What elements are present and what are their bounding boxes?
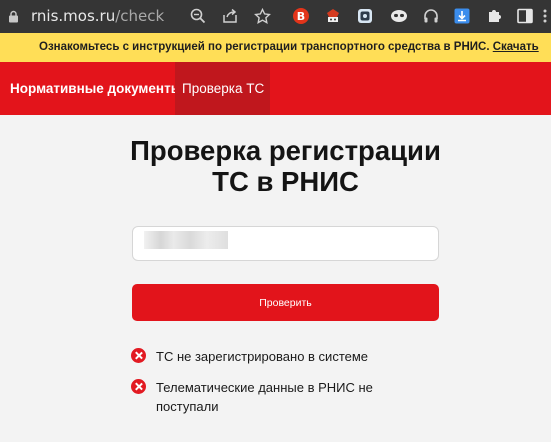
puzzle-icon[interactable]	[484, 6, 504, 26]
info-banner-message: Ознакомьтесь с инструкцией по регистраци…	[39, 41, 539, 53]
star-icon[interactable]	[252, 6, 272, 26]
extension-mask-icon[interactable]	[389, 6, 409, 26]
page-title-line1: Проверка регистрации	[130, 135, 441, 166]
address-bar[interactable]: rnis.mos.ru/check	[31, 7, 164, 25]
result-text: ТС не зарегистрировано в системе	[156, 349, 369, 364]
zoom-icon[interactable]	[188, 6, 208, 26]
nav-item-vehicle-check[interactable]: Проверка ТС	[175, 62, 270, 115]
check-button[interactable]: Проверить	[132, 284, 439, 321]
main-nav: Нормативные документы Проверка ТС	[0, 62, 551, 115]
result-item: Телематические данные в РНИС не поступал…	[131, 378, 396, 416]
menu-icon[interactable]	[539, 6, 551, 26]
result-item: ТС не зарегистрировано в системе	[131, 347, 396, 366]
headphones-icon[interactable]	[421, 6, 441, 26]
extension-square-icon[interactable]	[355, 6, 375, 26]
url-host: rnis.mos.ru	[31, 7, 116, 25]
extension-monkey-icon[interactable]	[323, 6, 343, 26]
svg-text:B: B	[297, 10, 305, 23]
nav-item-documents[interactable]: Нормативные документы	[10, 62, 182, 115]
browser-toolbar: rnis.mos.ru/check B	[0, 0, 551, 33]
download-icon[interactable]	[452, 6, 472, 26]
redacted-plate-value	[144, 231, 228, 249]
lock-icon[interactable]	[8, 10, 19, 23]
sidebar-icon[interactable]	[515, 6, 535, 26]
page-title-line2: ТС в РНИС	[212, 166, 359, 197]
url-path: /check	[115, 7, 165, 25]
share-icon[interactable]	[220, 6, 240, 26]
page-title: Проверка регистрации ТС в РНИС	[0, 135, 551, 197]
extension-b-icon[interactable]: B	[291, 6, 311, 26]
error-icon	[131, 348, 146, 363]
result-text: Телематические данные в РНИС не поступал…	[156, 380, 373, 414]
error-icon	[131, 379, 146, 394]
info-banner: Ознакомьтесь с инструкцией по регистраци…	[0, 33, 551, 62]
download-instruction-link[interactable]: Скачать	[493, 41, 539, 53]
info-banner-text: Ознакомьтесь с инструкцией по регистраци…	[39, 41, 490, 53]
